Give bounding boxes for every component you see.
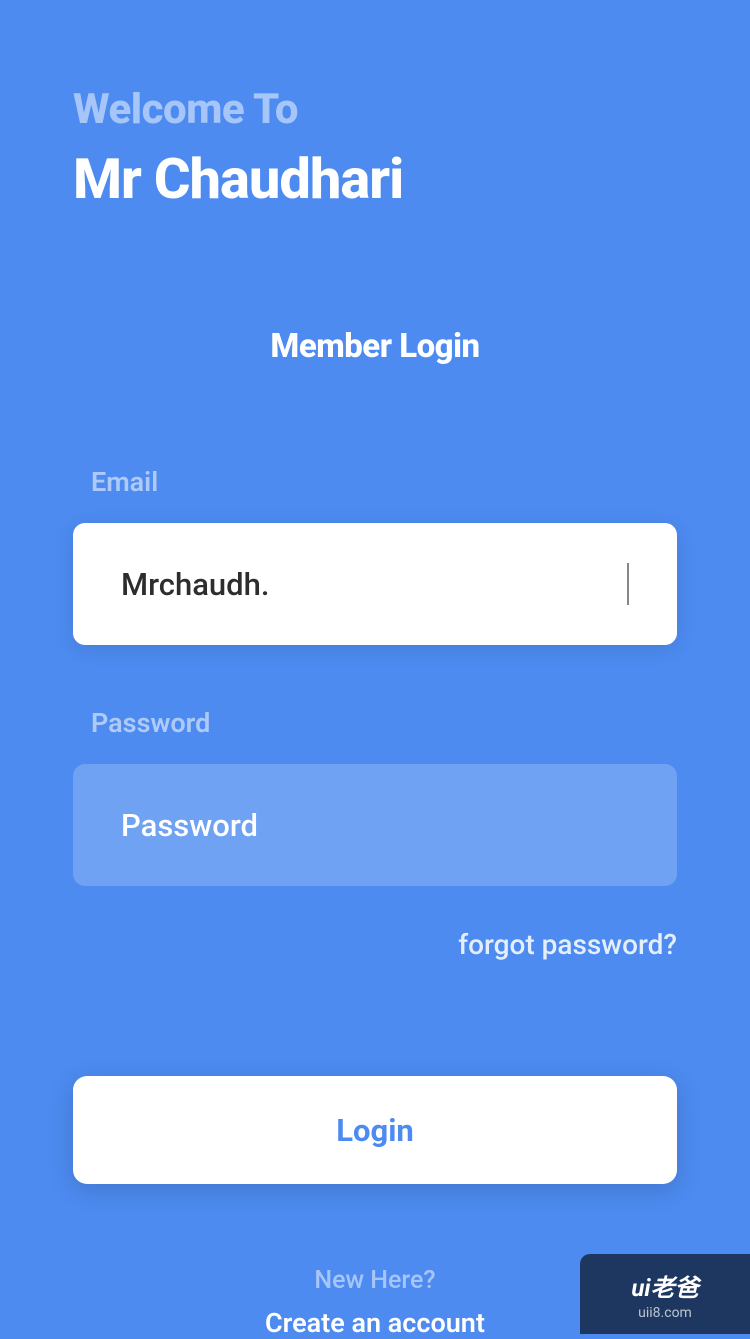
login-button[interactable]: Login (73, 1076, 677, 1184)
password-label: Password (91, 707, 677, 739)
welcome-text: Welcome To (73, 85, 677, 134)
form-title: Member Login (0, 327, 750, 366)
login-button-label: Login (336, 1112, 414, 1149)
watermark: ui老爸 uii8.com (580, 1254, 750, 1334)
watermark-url: uii8.com (638, 1305, 692, 1321)
user-name: Mr Chaudhari (73, 146, 677, 212)
email-input[interactable]: Mrchaudh. (121, 566, 617, 603)
password-input-wrapper[interactable] (73, 764, 677, 886)
watermark-logo: ui老爸 (631, 1268, 698, 1303)
email-input-wrapper[interactable]: Mrchaudh. (73, 523, 677, 645)
password-input[interactable] (121, 807, 629, 844)
text-cursor (627, 563, 629, 605)
email-label: Email (91, 466, 677, 498)
forgot-password-link[interactable]: forgot password? (73, 928, 677, 961)
